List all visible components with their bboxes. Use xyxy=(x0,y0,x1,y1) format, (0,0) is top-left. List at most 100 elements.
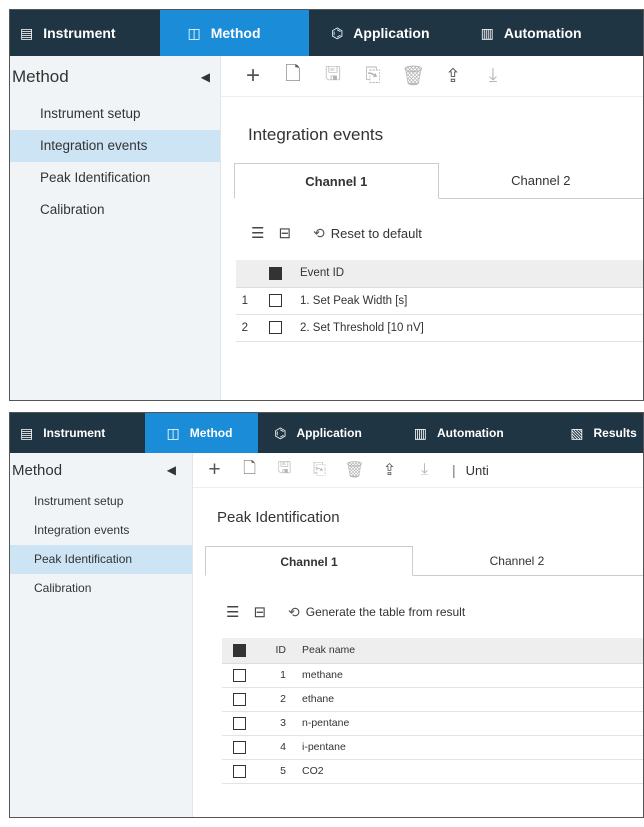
add-icon[interactable]: + xyxy=(197,458,232,482)
reset-icon: ⟲ xyxy=(313,224,325,241)
save-icon[interactable]: 🖫 xyxy=(267,457,302,484)
sidebar-item-integration-events[interactable]: Integration events xyxy=(10,130,220,162)
toolbar: + 🗋 🖫 ⎘ 🗑 ⇪ ⤓ | Unti xyxy=(193,453,643,487)
nav-application[interactable]: ⌬ Application xyxy=(309,10,461,56)
table-row[interactable]: 5 CO2 xyxy=(222,759,643,784)
row-checkbox[interactable] xyxy=(232,692,246,706)
sidebar-item-peak-identification[interactable]: Peak Identification xyxy=(10,545,192,574)
select-all-checkbox[interactable] xyxy=(232,643,246,657)
application-icon: ⌬ xyxy=(274,424,287,441)
row-checkbox[interactable] xyxy=(268,294,282,307)
peak-id: 5 xyxy=(256,759,302,784)
add-row-icon[interactable]: ☰ xyxy=(251,224,264,242)
peak-name: methane xyxy=(302,663,643,688)
peak-id: 4 xyxy=(256,735,302,760)
integration-events-screen: ▤ Instrument ◫ Method ⌬ Application ▥ Automa… xyxy=(9,9,644,401)
method-icon: ◫ xyxy=(166,424,180,441)
import-icon[interactable]: ⤓ xyxy=(473,65,513,87)
row-checkbox[interactable] xyxy=(268,321,282,334)
generate-icon: ⟲ xyxy=(288,603,300,620)
top-navigation: ▤ Instrument ◫ Method ⌬ Application ▥ Automa… xyxy=(10,10,643,56)
sidebar-item-instrument-setup[interactable]: Instrument setup xyxy=(10,98,220,130)
save-as-icon[interactable]: ⎘ xyxy=(353,65,393,87)
sidebar-item-instrument-setup[interactable]: Instrument setup xyxy=(10,487,192,516)
tab-channel-1[interactable]: Channel 1 xyxy=(234,163,439,199)
save-as-icon[interactable]: ⎘ xyxy=(302,461,337,479)
sidebar-header: Method ◀ xyxy=(10,453,192,487)
row-checkbox[interactable] xyxy=(232,740,246,754)
collapse-sidebar-icon[interactable]: ◀ xyxy=(167,463,176,477)
reset-to-default-button[interactable]: ⟲ Reset to default xyxy=(313,225,422,242)
sidebar-item-integration-events[interactable]: Integration events xyxy=(10,516,192,545)
tab-channel-2[interactable]: Channel 2 xyxy=(439,163,643,198)
peak-name: n-pentane xyxy=(302,711,643,736)
sidebar: Method ◀ Instrument setup Integration ev… xyxy=(10,56,221,400)
top-navigation: ▤ Instrument ◫ Method ⌬ Application ▥ Automa… xyxy=(10,413,643,453)
import-icon[interactable]: ⤓ xyxy=(407,461,442,479)
sidebar-title: Method xyxy=(12,67,69,86)
generate-table-button[interactable]: ⟲ Generate the table from result xyxy=(288,604,465,621)
results-icon: ▧ xyxy=(570,424,584,441)
row-checkbox[interactable] xyxy=(232,668,246,682)
nav-automation[interactable]: ▥ Automation xyxy=(461,10,643,56)
open-file-icon[interactable]: 🗋 xyxy=(273,60,313,92)
row-checkbox[interactable] xyxy=(232,716,246,730)
peaks-table: ID Peak name 1 methane 2 ethane 3 n-pent… xyxy=(222,638,643,784)
method-icon: ◫ xyxy=(187,24,201,41)
peak-id: 2 xyxy=(256,687,302,712)
add-icon[interactable]: + xyxy=(233,62,273,90)
open-file-icon[interactable]: 🗋 xyxy=(232,457,267,484)
channel-tabs: Channel 1 Channel 2 xyxy=(205,546,643,576)
table-row[interactable]: 2 ethane xyxy=(222,687,643,712)
table-row[interactable]: 4 i-pentane xyxy=(222,735,643,760)
toolbar: + 🗋 🖫 ⎘ 🗑 ⇪ ⤓ xyxy=(221,56,643,96)
page-title: Integration events xyxy=(248,125,384,144)
method-name: Unti xyxy=(465,462,489,478)
table-row[interactable]: 2 2. Set Threshold [10 nV] xyxy=(236,314,643,342)
events-table: Event ID 1 1. Set Peak Width [s] 2 2. Se… xyxy=(236,260,643,342)
select-all-checkbox[interactable] xyxy=(268,266,282,280)
main-content: Integration events Channel 1 Channel 2 ☰… xyxy=(221,96,643,400)
delete-row-icon[interactable]: ⊟ xyxy=(278,224,291,242)
nav-instrument[interactable]: ▤ Instrument xyxy=(10,413,145,453)
nav-method[interactable]: ◫ Method xyxy=(159,10,310,56)
export-icon[interactable]: ⇪ xyxy=(372,460,407,480)
save-icon[interactable]: 🖫 xyxy=(313,60,353,92)
nav-application[interactable]: ⌬ Application xyxy=(258,413,394,453)
collapse-sidebar-icon[interactable]: ◀ xyxy=(201,70,210,84)
delete-row-icon[interactable]: ⊟ xyxy=(253,603,266,621)
sidebar-item-calibration[interactable]: Calibration xyxy=(10,574,192,603)
sidebar: Method ◀ Instrument setup Integration ev… xyxy=(10,453,193,817)
toolbar-separator: | xyxy=(452,462,456,478)
nav-instrument[interactable]: ▤ Instrument xyxy=(10,10,160,56)
sidebar-item-peak-identification[interactable]: Peak Identification xyxy=(10,162,220,194)
peak-name: ethane xyxy=(302,687,643,712)
add-row-icon[interactable]: ☰ xyxy=(226,603,239,621)
delete-icon[interactable]: 🗑 xyxy=(337,460,372,480)
tab-channel-2[interactable]: Channel 2 xyxy=(413,546,621,575)
table-header-row: Event ID xyxy=(236,260,643,288)
row-checkbox[interactable] xyxy=(232,764,246,778)
export-icon[interactable]: ⇪ xyxy=(433,65,473,88)
peak-id: 1 xyxy=(256,663,302,688)
page-title: Peak Identification xyxy=(217,509,340,526)
peak-name: i-pentane xyxy=(302,735,643,760)
nav-results[interactable]: ▧ Results xyxy=(548,413,643,453)
instrument-icon: ▤ xyxy=(20,24,34,41)
column-header-peak-name: Peak name xyxy=(302,638,643,664)
channel-tabs: Channel 1 Channel 2 xyxy=(234,163,643,199)
table-row[interactable]: 1 1. Set Peak Width [s] xyxy=(236,287,643,315)
table-row[interactable]: 3 n-pentane xyxy=(222,711,643,736)
instrument-icon: ▤ xyxy=(20,424,34,441)
nav-method[interactable]: ◫ Method xyxy=(144,413,259,453)
table-row[interactable]: 1 methane xyxy=(222,663,643,688)
tab-channel-1[interactable]: Channel 1 xyxy=(205,546,413,576)
automation-icon: ▥ xyxy=(480,24,494,41)
nav-automation[interactable]: ▥ Automation xyxy=(394,413,549,453)
row-number: 1 xyxy=(236,287,256,315)
peak-identification-screen: ▤ Instrument ◫ Method ⌬ Application ▥ Automa… xyxy=(9,412,644,818)
delete-icon[interactable]: 🗑 xyxy=(393,64,433,88)
sidebar-item-calibration[interactable]: Calibration xyxy=(10,194,220,226)
table-header-row: ID Peak name xyxy=(222,638,643,664)
sidebar-header: Method ◀ xyxy=(10,56,220,98)
